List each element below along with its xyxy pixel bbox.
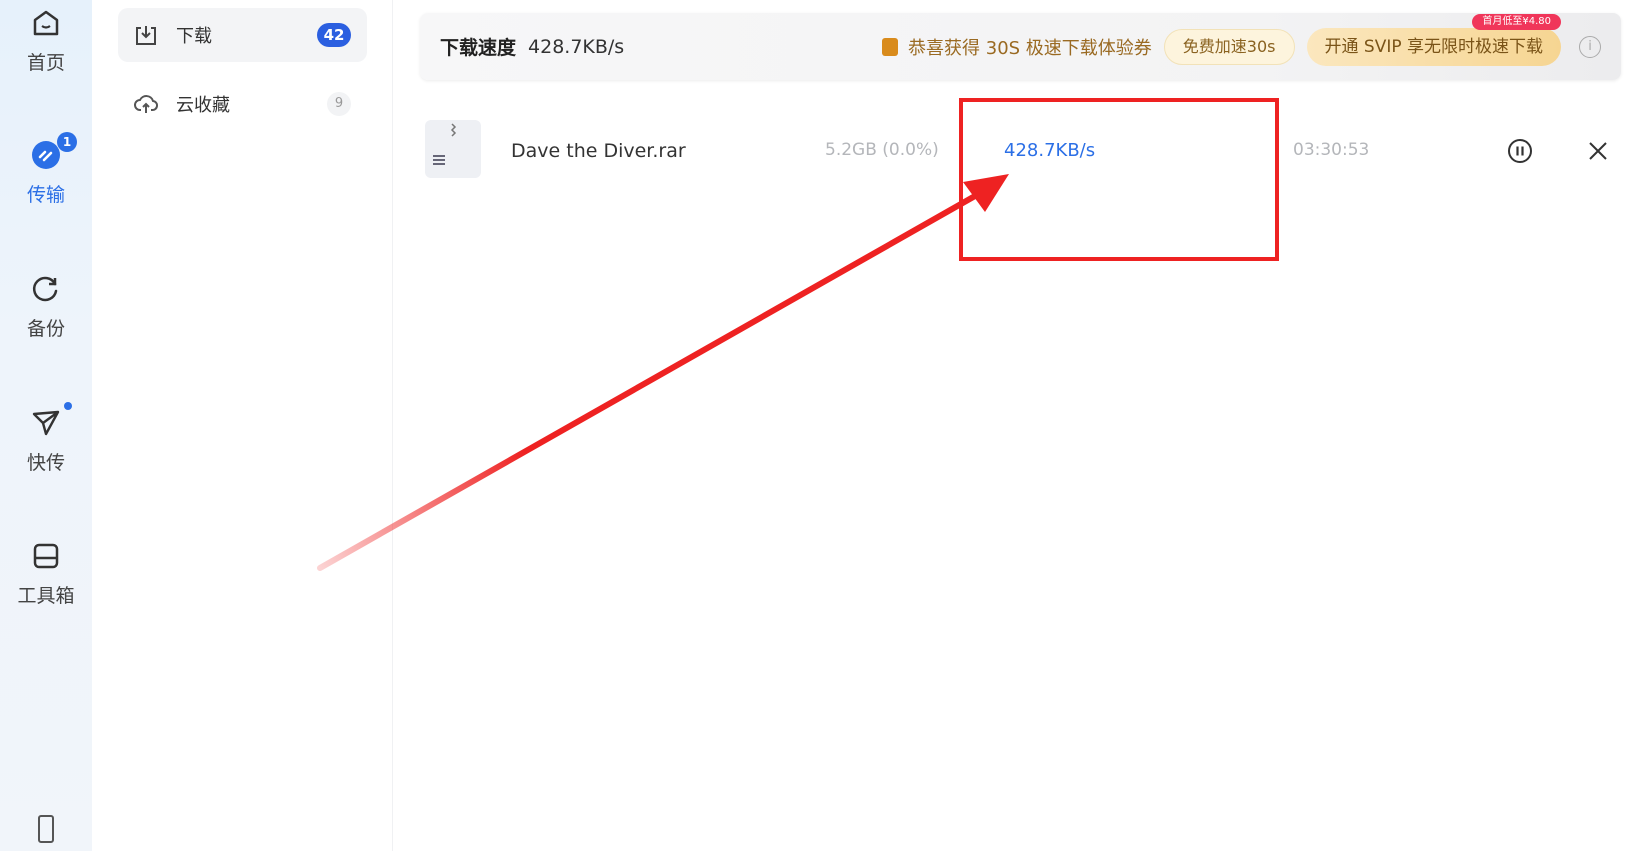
nav-item-quick-send[interactable]: 快传 <box>0 402 92 475</box>
annotation-highlight-box <box>959 98 1279 261</box>
cloud-favorites-count: 9 <box>327 92 351 116</box>
subnav-label: 云收藏 <box>176 95 230 116</box>
backup-icon <box>32 276 58 302</box>
svip-label: 开通 SVIP 享无限时极速下载 <box>1324 36 1544 57</box>
nav-label: 首页 <box>26 52 65 74</box>
home-icon <box>33 10 59 36</box>
info-icon[interactable]: i <box>1579 35 1601 58</box>
free-boost-button[interactable]: 免费加速30s <box>1163 28 1295 65</box>
nav-label: 工具箱 <box>17 585 75 607</box>
coupon-icon <box>882 37 899 56</box>
file-size: 5.2GB (0.0%) <box>825 140 939 160</box>
transfer-badge: 1 <box>57 132 77 152</box>
phone-icon <box>38 815 54 843</box>
notification-dot <box>64 402 72 410</box>
nav-item-home[interactable]: 首页 <box>0 8 92 75</box>
cloud-upload-icon <box>134 95 158 113</box>
download-count-badge: 42 <box>317 23 351 47</box>
speed-title: 下载速度 <box>440 37 517 59</box>
nav-label: 备份 <box>26 318 65 340</box>
subnav-label: 下载 <box>176 26 212 47</box>
download-icon <box>136 26 156 45</box>
time-remaining: 03:30:53 <box>1293 140 1370 160</box>
svip-button[interactable]: 开通 SVIP 享无限时极速下载 首月低至¥4.80 <box>1306 13 1561 66</box>
left-nav: 首页 1 传输 备份 快传 工具箱 <box>0 0 92 851</box>
total-speed: 428.7KB/s <box>528 35 625 58</box>
nav-item-toolbox[interactable]: 工具箱 <box>0 541 92 608</box>
nav-item-transfer[interactable]: 1 传输 <box>0 132 92 207</box>
file-name: Dave the Diver.rar <box>511 140 686 162</box>
svip-price-tag: 首月低至¥4.80 <box>1472 13 1561 30</box>
nav-item-backup[interactable]: 备份 <box>0 274 92 341</box>
promo-area: 恭喜获得 30S 极速下载体验券 免费加速30s 开通 SVIP 享无限时极速下… <box>882 13 1601 66</box>
nav-label: 传输 <box>26 184 65 206</box>
subnav-item-download[interactable]: 下载 42 <box>118 8 367 62</box>
send-icon <box>32 410 60 436</box>
promo-text: 恭喜获得 30S 极速下载体验券 <box>908 37 1152 59</box>
download-speed-bar: 下载速度 428.7KB/s 恭喜获得 30S 极速下载体验券 免费加速30s … <box>420 13 1621 80</box>
transfer-subnav: 下载 42 云收藏 9 <box>92 0 393 851</box>
pause-icon[interactable] <box>1507 138 1533 164</box>
toolbox-icon <box>33 543 59 569</box>
close-icon[interactable] <box>1585 138 1611 164</box>
nav-label: 快传 <box>26 452 65 474</box>
nav-item-phone[interactable] <box>0 814 92 844</box>
subnav-item-cloud-favorites[interactable]: 云收藏 9 <box>118 77 367 131</box>
archive-file-icon <box>425 120 481 178</box>
